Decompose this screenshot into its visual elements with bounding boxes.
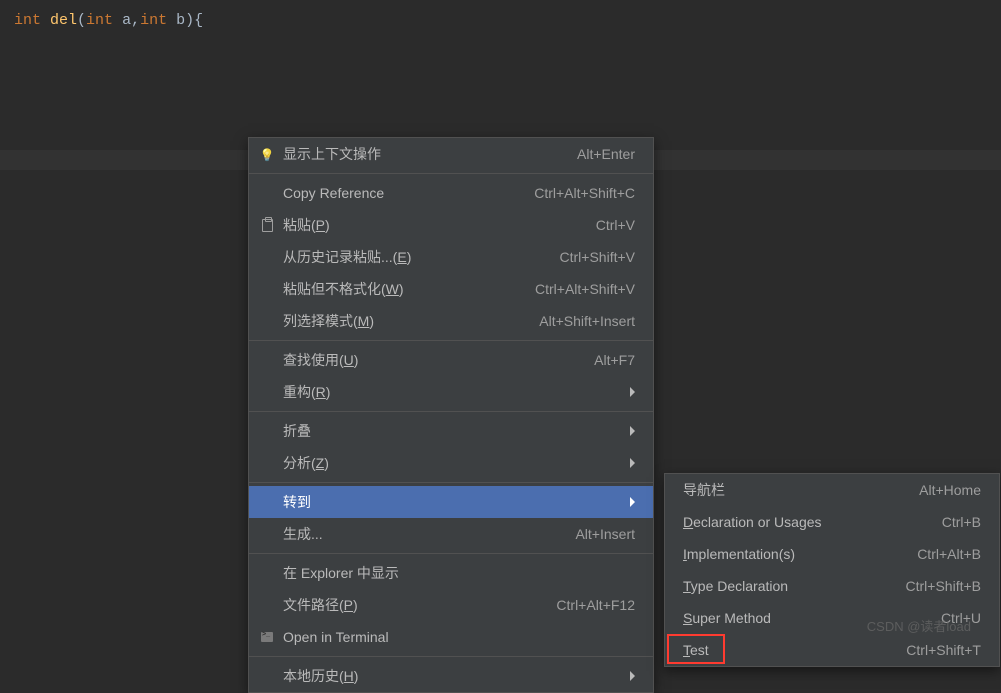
menu-item[interactable]: 从历史记录粘贴...(E) Ctrl+Shift+V (249, 241, 653, 273)
paste-icon (262, 219, 273, 232)
goto-submenu[interactable]: 导航栏 Alt+Home Declaration or Usages Ctrl+B Im… (664, 473, 1000, 667)
menu-shortcut: Alt+Shift+Insert (539, 313, 635, 329)
menu-item-label: 粘贴但不格式化(W) (283, 279, 515, 299)
menu-shortcut: Alt+Enter (577, 146, 635, 162)
menu-item-label: 本地历史(H) (283, 666, 610, 686)
submenu-item[interactable]: Test Ctrl+Shift+T (665, 634, 999, 666)
menu-item-label: 列选择模式(M) (283, 311, 519, 331)
menu-item[interactable]: 粘贴(P) Ctrl+V (249, 209, 653, 241)
menu-icon-slot (257, 217, 277, 233)
menu-shortcut: Ctrl+V (596, 217, 635, 233)
code-function-name: del (50, 12, 77, 29)
menu-item-label: Test (683, 642, 886, 658)
menu-icon-slot (257, 494, 277, 510)
menu-item[interactable]: 本地历史(H) (249, 660, 653, 692)
watermark: CSDN @读者load (867, 616, 971, 635)
menu-shortcut: Ctrl+Alt+Shift+V (535, 281, 635, 297)
menu-item[interactable]: 显示上下文操作 Alt+Enter (249, 138, 653, 170)
menu-separator (249, 482, 653, 483)
menu-separator (249, 340, 653, 341)
code-param: b (176, 12, 185, 29)
code-punct: ( (77, 12, 86, 29)
menu-item[interactable]: 文件路径(P) Ctrl+Alt+F12 (249, 589, 653, 621)
code-keyword: int (14, 12, 50, 29)
menu-separator (249, 656, 653, 657)
menu-item[interactable]: Open in Terminal (249, 621, 653, 653)
menu-item[interactable]: Copy Reference Ctrl+Alt+Shift+C (249, 177, 653, 209)
submenu-item[interactable]: Implementation(s) Ctrl+Alt+B (665, 538, 999, 570)
menu-item[interactable]: 生成... Alt+Insert (249, 518, 653, 550)
menu-item[interactable]: 转到 (249, 486, 653, 518)
menu-item-label: 折叠 (283, 421, 610, 441)
menu-separator (249, 553, 653, 554)
menu-item-label: Type Declaration (683, 578, 886, 594)
code-editor[interactable]: int del(int a,int b){ (0, 0, 1001, 43)
code-keyword: int (86, 12, 122, 29)
code-param: a (122, 12, 131, 29)
chevron-right-icon (630, 426, 635, 436)
menu-item-label: 转到 (283, 492, 610, 512)
menu-icon-slot (257, 423, 277, 439)
chevron-right-icon (630, 458, 635, 468)
menu-icon-slot (257, 668, 277, 684)
menu-icon-slot (257, 384, 277, 400)
code-punct: , (131, 12, 140, 29)
menu-item-label: Copy Reference (283, 185, 514, 201)
menu-item-label: 重构(R) (283, 382, 610, 402)
menu-item-label: 分析(Z) (283, 453, 610, 473)
menu-item-label: 导航栏 (683, 480, 899, 500)
menu-shortcut: Ctrl+Alt+F12 (556, 597, 635, 613)
menu-icon-slot (257, 313, 277, 329)
terminal-icon (261, 632, 273, 642)
menu-item-label: 从历史记录粘贴...(E) (283, 247, 540, 267)
menu-item-label: 在 Explorer 中显示 (283, 563, 635, 583)
chevron-right-icon (630, 497, 635, 507)
chevron-right-icon (630, 387, 635, 397)
menu-icon-slot (257, 249, 277, 265)
submenu-item[interactable]: 导航栏 Alt+Home (665, 474, 999, 506)
menu-item[interactable]: 粘贴但不格式化(W) Ctrl+Alt+Shift+V (249, 273, 653, 305)
menu-icon-slot (257, 597, 277, 613)
menu-icon-slot (257, 455, 277, 471)
menu-item[interactable]: 列选择模式(M) Alt+Shift+Insert (249, 305, 653, 337)
chevron-right-icon (630, 671, 635, 681)
menu-item-label: 查找使用(U) (283, 350, 574, 370)
menu-item[interactable]: 折叠 (249, 415, 653, 447)
menu-shortcut: Ctrl+Alt+Shift+C (534, 185, 635, 201)
menu-shortcut: Ctrl+Alt+B (917, 546, 981, 562)
menu-shortcut: Ctrl+B (942, 514, 981, 530)
menu-item-label: 粘贴(P) (283, 215, 576, 235)
menu-icon-slot (257, 629, 277, 645)
menu-shortcut: Ctrl+Shift+B (906, 578, 981, 594)
menu-icon-slot (257, 185, 277, 201)
menu-icon-slot (257, 281, 277, 297)
menu-separator (249, 411, 653, 412)
menu-item-label: Declaration or Usages (683, 514, 922, 530)
menu-item[interactable]: 在 Explorer 中显示 (249, 557, 653, 589)
menu-icon-slot (257, 146, 277, 162)
submenu-item[interactable]: Type Declaration Ctrl+Shift+B (665, 570, 999, 602)
menu-item-label: 文件路径(P) (283, 595, 536, 615)
menu-shortcut: Alt+Home (919, 482, 981, 498)
menu-icon-slot (257, 565, 277, 581)
submenu-item[interactable]: Declaration or Usages Ctrl+B (665, 506, 999, 538)
menu-icon-slot (257, 526, 277, 542)
menu-item[interactable]: 分析(Z) (249, 447, 653, 479)
menu-item[interactable]: 查找使用(U) Alt+F7 (249, 344, 653, 376)
menu-item-label: 显示上下文操作 (283, 144, 557, 164)
bulb-icon (260, 146, 275, 162)
code-keyword: int (140, 12, 176, 29)
menu-item-label: Implementation(s) (683, 546, 897, 562)
code-punct: ){ (185, 12, 203, 29)
menu-item[interactable]: 重构(R) (249, 376, 653, 408)
menu-item-label: Open in Terminal (283, 629, 635, 645)
menu-shortcut: Alt+F7 (594, 352, 635, 368)
menu-shortcut: Ctrl+Shift+V (560, 249, 635, 265)
menu-icon-slot (257, 352, 277, 368)
menu-shortcut: Ctrl+Shift+T (906, 642, 981, 658)
menu-shortcut: Alt+Insert (575, 526, 635, 542)
context-menu[interactable]: 显示上下文操作 Alt+Enter Copy Reference Ctrl+Alt+S… (248, 137, 654, 693)
menu-item-label: 生成... (283, 524, 555, 544)
menu-separator (249, 173, 653, 174)
